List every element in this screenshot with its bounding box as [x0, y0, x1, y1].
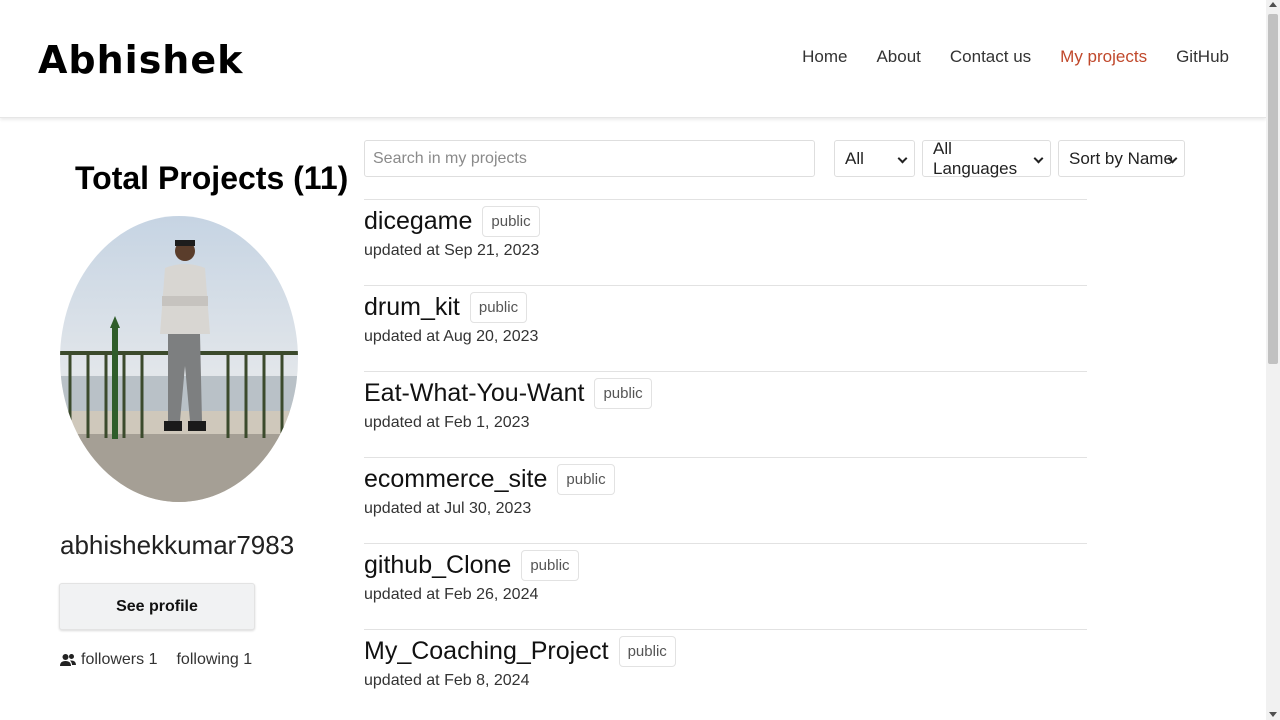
chevron-down-icon [897, 153, 908, 164]
list-item: Eat-What-You-Want public updated at Feb … [364, 371, 1087, 457]
sort-value: Sort by Name [1069, 148, 1173, 168]
visibility-badge: public [618, 636, 676, 667]
nav-my-projects[interactable]: My projects [1060, 47, 1147, 67]
project-updated: updated at Jul 30, 2023 [364, 500, 532, 517]
visibility-badge: public [469, 292, 528, 323]
nav-home[interactable]: Home [802, 47, 847, 67]
sort-select[interactable]: Sort by Name [1058, 140, 1185, 177]
top-navbar: Abhishek Home About Contact us My projec… [0, 0, 1266, 118]
nav-github[interactable]: GitHub [1176, 47, 1229, 67]
total-projects-heading: Total Projects (11) [75, 160, 349, 196]
scroll-down-arrow-icon[interactable] [1269, 712, 1277, 717]
project-name[interactable]: drum_kit [364, 293, 460, 322]
avatar [60, 216, 298, 502]
vertical-scrollbar[interactable] [1266, 0, 1280, 720]
project-updated: updated at Aug 20, 2023 [364, 328, 539, 345]
nav-about[interactable]: About [876, 47, 920, 67]
project-updated: updated at Feb 1, 2023 [364, 414, 530, 431]
list-item: github_Clone public updated at Feb 26, 2… [364, 543, 1087, 629]
list-item: ecommerce_site public updated at Jul 30,… [364, 457, 1087, 543]
list-item: My_Coaching_Project public updated at Fe… [364, 629, 1087, 715]
project-name[interactable]: My_Coaching_Project [364, 637, 609, 666]
list-item: dicegame public updated at Sep 21, 2023 [364, 199, 1087, 285]
following-count[interactable]: following 1 [176, 651, 252, 669]
type-filter-select[interactable]: All [834, 140, 915, 177]
nav-contact[interactable]: Contact us [950, 47, 1031, 67]
see-profile-button[interactable]: See profile [59, 583, 255, 630]
list-item: drum_kit public updated at Aug 20, 2023 [364, 285, 1087, 371]
type-filter-value: All [845, 148, 864, 168]
brand-logo[interactable]: Abhishek [38, 38, 243, 82]
visibility-badge: public [521, 550, 579, 581]
scroll-up-arrow-icon[interactable] [1269, 2, 1277, 7]
project-updated: updated at Feb 26, 2024 [364, 586, 539, 603]
username: abhishekkumar7983 [60, 530, 295, 560]
profile-photo [60, 216, 298, 502]
people-icon [60, 654, 76, 666]
project-updated: updated at Feb 8, 2024 [364, 672, 530, 689]
project-name[interactable]: Eat-What-You-Want [364, 379, 584, 408]
project-name[interactable]: ecommerce_site [364, 465, 547, 494]
visibility-badge: public [482, 206, 540, 237]
project-list: dicegame public updated at Sep 21, 2023 … [364, 199, 1087, 715]
visibility-badge: public [594, 378, 652, 409]
project-name[interactable]: github_Clone [364, 551, 511, 580]
visibility-badge: public [557, 464, 615, 495]
search-input[interactable] [364, 140, 815, 177]
project-updated: updated at Sep 21, 2023 [364, 242, 540, 259]
followers-count[interactable]: followers 1 [81, 651, 157, 669]
language-filter-value: All Languages [933, 138, 1018, 178]
nav-menu: Home About Contact us My projects GitHub [773, 47, 1229, 67]
language-filter-select[interactable]: All Languages [922, 138, 1051, 178]
follow-stats: followers 1 following 1 [60, 651, 252, 669]
scrollbar-thumb[interactable] [1268, 14, 1278, 364]
project-name[interactable]: dicegame [364, 207, 472, 236]
